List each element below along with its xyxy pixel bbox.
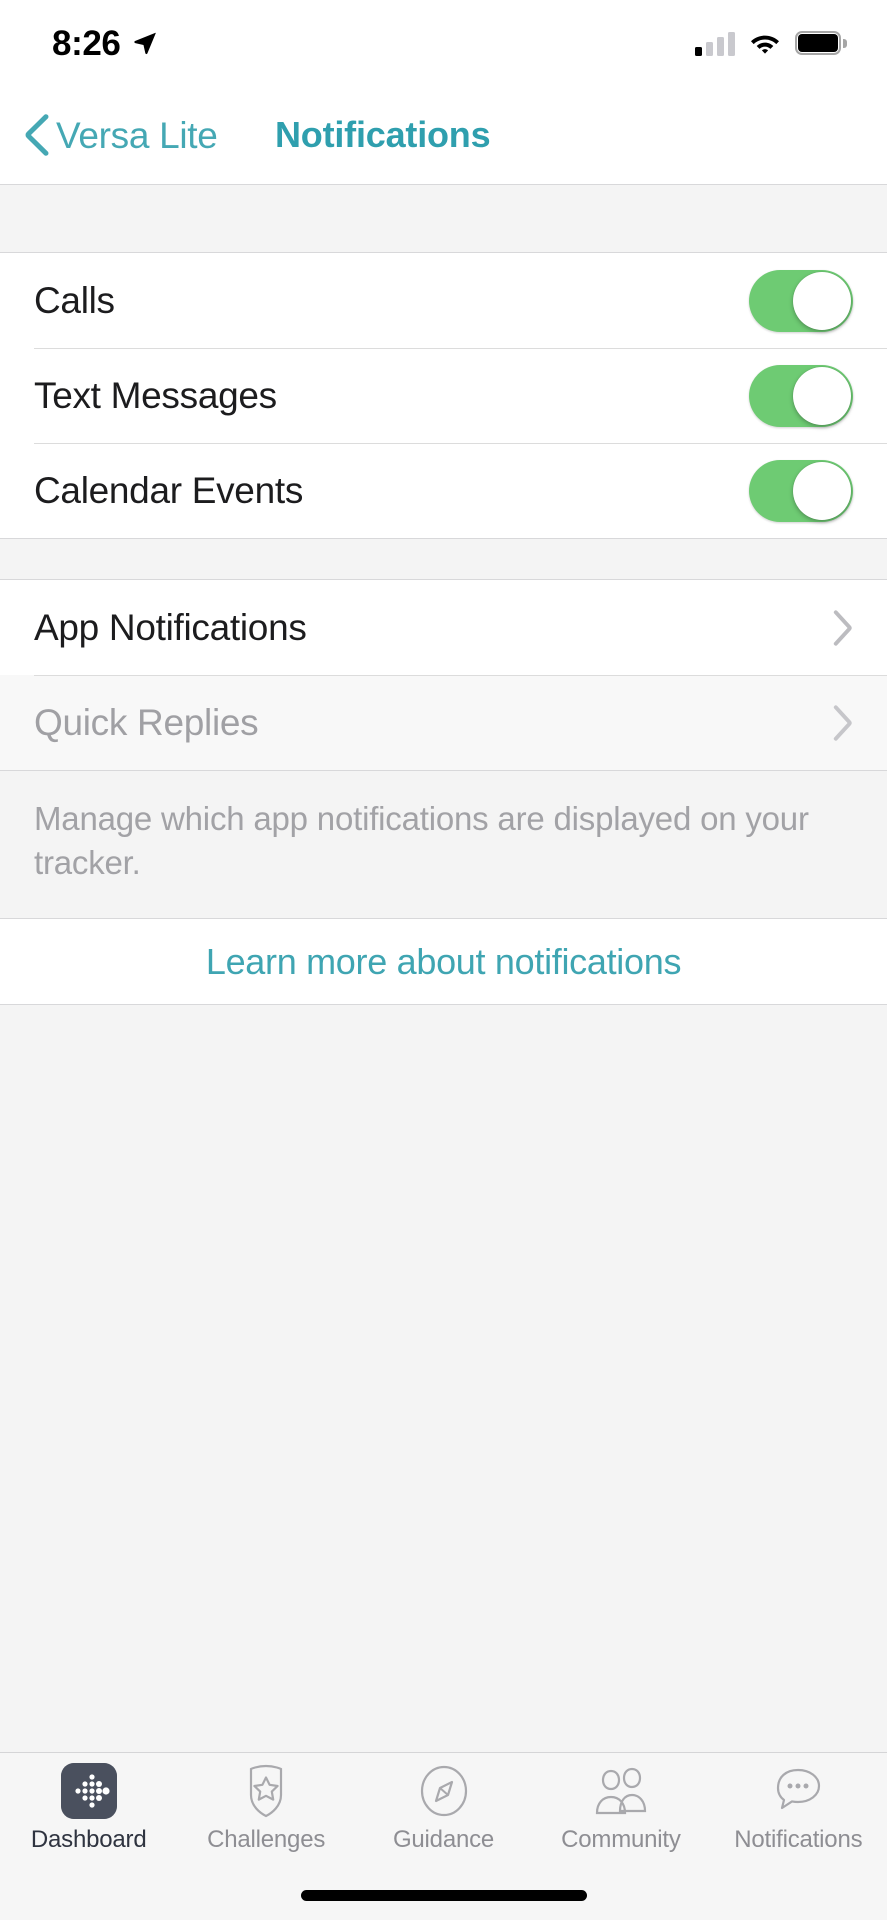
people-icon (590, 1763, 652, 1819)
group-description-text: Manage which app notifications are displ… (34, 800, 809, 881)
toggle-knob (793, 271, 851, 330)
row-quick-replies[interactable]: Quick Replies (0, 675, 887, 770)
text-messages-toggle[interactable] (749, 364, 853, 427)
location-arrow-icon (134, 32, 157, 55)
status-bar-left: 8:26 (52, 26, 158, 61)
star-shield-icon (241, 1763, 291, 1819)
notification-links-group: App Notifications Quick Replies (0, 580, 887, 770)
row-label: Calendar Events (34, 469, 304, 511)
empty-area (0, 1005, 887, 1752)
toggle-knob (793, 366, 851, 425)
cellular-signal-icon (695, 30, 735, 56)
row-label: Text Messages (34, 374, 277, 416)
row-calls[interactable]: Calls (0, 253, 887, 348)
settings-content: Calls Text Messages Calendar Events App … (0, 185, 887, 1752)
compass-icon (418, 1763, 470, 1819)
battery-full-icon (795, 31, 847, 55)
section-spacer-top (0, 185, 887, 253)
phone-screen: 8:26 Versa Lite Notifications Calls Text… (0, 0, 887, 1920)
row-label: App Notifications (34, 606, 307, 648)
wifi-icon (751, 35, 779, 54)
notification-toggles-group: Calls Text Messages Calendar Events (0, 253, 887, 538)
row-label: Calls (34, 279, 115, 321)
status-bar-clock: 8:26 (52, 23, 121, 63)
page-title: Notifications (275, 114, 491, 155)
tab-notifications[interactable]: Notifications (710, 1763, 887, 1854)
toggle-knob (793, 461, 851, 520)
tab-dashboard[interactable]: Dashboard (0, 1763, 177, 1854)
tab-challenges[interactable]: Challenges (177, 1763, 354, 1854)
chevron-right-icon (833, 704, 852, 741)
status-bar: 8:26 (0, 0, 887, 86)
fitbit-dots-logo-icon (60, 1763, 117, 1819)
tab-community[interactable]: Community (532, 1763, 709, 1854)
back-button-label: Versa Lite (56, 114, 218, 156)
bottom-tab-bar: Dashboard Challenges Guidance Community … (0, 1752, 887, 1870)
tab-label: Guidance (392, 1826, 495, 1853)
calls-toggle[interactable] (749, 269, 853, 332)
tab-label: Challenges (207, 1826, 326, 1853)
group-description: Manage which app notifications are displ… (0, 770, 887, 920)
section-spacer-mid (0, 538, 887, 580)
row-text-messages[interactable]: Text Messages (0, 348, 887, 443)
tab-label: Dashboard (30, 1826, 147, 1853)
row-app-notifications[interactable]: App Notifications (0, 580, 887, 675)
home-indicator-area (0, 1870, 887, 1920)
tab-label: Notifications (734, 1826, 863, 1853)
back-button[interactable]: Versa Lite (0, 114, 218, 156)
calendar-events-toggle[interactable] (749, 459, 853, 522)
row-calendar-events[interactable]: Calendar Events (0, 443, 887, 538)
home-indicator[interactable] (300, 1889, 587, 1901)
speech-bubble-dots-icon (771, 1763, 825, 1819)
row-label: Quick Replies (34, 701, 259, 743)
learn-more-link[interactable]: Learn more about notifications (206, 941, 682, 983)
learn-more-row[interactable]: Learn more about notifications (0, 919, 887, 1006)
tab-label: Community (561, 1826, 681, 1853)
status-bar-right (695, 30, 847, 56)
navigation-bar: Versa Lite Notifications (0, 86, 887, 185)
chevron-left-icon (25, 114, 49, 156)
tab-guidance[interactable]: Guidance (355, 1763, 532, 1854)
chevron-right-icon (833, 609, 852, 646)
